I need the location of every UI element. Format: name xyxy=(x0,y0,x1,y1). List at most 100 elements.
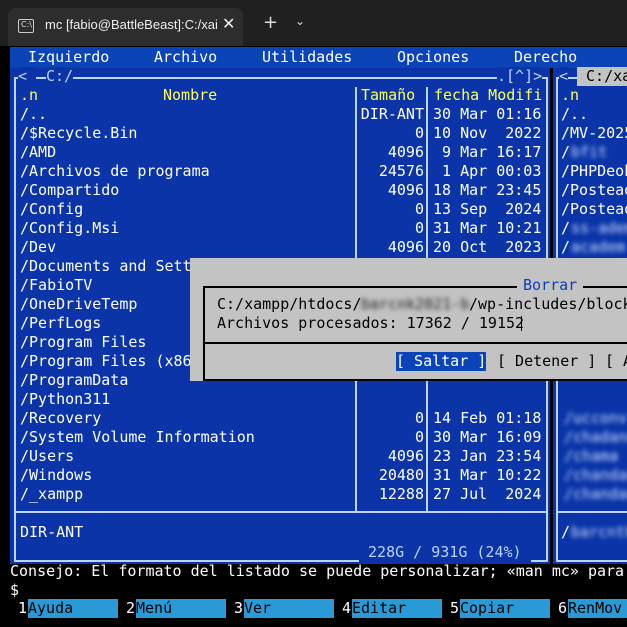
menu-utilidades[interactable]: Utilidades xyxy=(262,48,352,67)
file-row-size: 0 xyxy=(414,409,424,427)
file-row-date: 1 Apr 00:03 xyxy=(433,162,542,180)
sort-indicator[interactable]: .n xyxy=(561,86,579,105)
file-row-size: 4096 xyxy=(387,181,424,199)
file-row-name[interactable]: /MV-2025 xyxy=(561,124,627,143)
column-header-size[interactable]: Tamaño xyxy=(361,86,415,105)
file-row-name[interactable]: /FabioTV xyxy=(20,276,92,295)
file-row-name[interactable]: /.. xyxy=(561,105,588,124)
new-tab-icon[interactable]: + xyxy=(263,12,278,33)
redacted-text: /chama xyxy=(564,447,619,465)
hint-line: Consejo: El formato del listado se puede… xyxy=(10,562,625,580)
left-panel-path: C:/ xyxy=(46,67,74,86)
terminal-tab[interactable]: C:\ mc [fabio@BattleBeast]:C:/xai ✕ xyxy=(8,8,243,46)
menu-izquierdo[interactable]: Izquierdo xyxy=(28,48,109,67)
fkey-menu[interactable]: 2 Menú xyxy=(126,599,226,618)
file-row-name[interactable]: /Postead xyxy=(561,200,627,219)
file-row-size: DIR-ANT xyxy=(360,105,424,123)
status-line: DIR-ANT xyxy=(20,523,84,541)
file-row-name[interactable]: / xyxy=(561,238,570,257)
command-prompt[interactable]: $ xyxy=(10,581,19,600)
redacted-text: /chandan xyxy=(564,466,627,484)
file-row-name[interactable]: /_xampp xyxy=(20,485,83,504)
column-header-date[interactable]: fecha Modifi xyxy=(434,86,542,105)
file-row-name[interactable]: /Program Files (x86 xyxy=(20,352,192,371)
status-line: / xyxy=(561,523,571,541)
progress-label: Archivos procesados: 17362 / 19152 xyxy=(217,314,525,332)
file-row-date: 30 Mar 16:09 xyxy=(433,428,542,446)
file-row-name[interactable]: /Program Files xyxy=(20,333,146,352)
fkey-view[interactable]: 3 Ver xyxy=(234,599,334,618)
skip-button[interactable]: [ Saltar ] xyxy=(396,352,487,371)
file-row-name[interactable]: /$Recycle.Bin xyxy=(20,124,137,143)
redacted-text: academ xyxy=(571,238,626,256)
sort-indicator[interactable]: .n xyxy=(20,86,38,105)
dialog-path-prefix: C:/xampp/htdocs/ xyxy=(217,295,362,313)
file-row-date: 30 Mar 01:16 xyxy=(433,105,542,123)
file-row-name[interactable]: /Archivos de programa xyxy=(20,162,210,181)
dialog-path-suffix: /wp-includes/block xyxy=(469,295,627,313)
file-row-name[interactable]: /Recovery xyxy=(20,409,101,428)
file-row-name[interactable]: /Postead xyxy=(561,181,627,200)
fkey-edit[interactable]: 4 Editar xyxy=(342,599,442,618)
menu-derecho[interactable]: Derecho xyxy=(514,48,577,67)
file-row-name[interactable]: /AMD xyxy=(20,143,56,162)
file-row-name[interactable]: /Compartido xyxy=(20,181,119,200)
file-row-name[interactable]: /OneDriveTemp xyxy=(20,295,137,314)
file-row-date: 31 Mar 10:22 xyxy=(433,466,542,484)
menu-opciones[interactable]: Opciones xyxy=(397,48,469,67)
file-row-size: 0 xyxy=(414,428,424,446)
file-row-name[interactable]: /Python311 xyxy=(20,390,110,409)
file-row-name[interactable]: /Users xyxy=(20,447,74,466)
file-row-date: 31 Mar 10:21 xyxy=(433,219,542,237)
dialog-title: Borrar xyxy=(517,276,584,295)
file-row-size: 20480 xyxy=(378,466,424,484)
file-row-name[interactable]: /PerfLogs xyxy=(20,314,101,333)
file-row-name[interactable]: /Windows xyxy=(20,466,92,485)
menu-archivo[interactable]: Archivo xyxy=(154,48,217,67)
chevron-down-icon[interactable]: ⌄ xyxy=(295,14,305,28)
redacted-text: barcnk2021-b xyxy=(361,295,470,313)
redacted-text: barcntk xyxy=(571,523,627,541)
terminal-icon: C:\ xyxy=(18,19,34,33)
disk-usage: 228G / 931G (24%) xyxy=(359,543,531,562)
redacted-text: /ucconv xyxy=(564,409,627,427)
file-row-date: 20 Oct 2023 xyxy=(433,238,542,256)
file-row-name[interactable]: / xyxy=(561,219,570,238)
panel-divider xyxy=(14,511,548,513)
column-header-name[interactable]: Nombre xyxy=(163,86,217,105)
file-row-date: 18 Mar 23:45 xyxy=(433,181,542,199)
file-row-name[interactable]: /Dev xyxy=(20,238,56,257)
file-row-name[interactable]: /ProgramData xyxy=(20,371,128,390)
file-row-size: 0 xyxy=(414,124,424,142)
file-row-name[interactable]: / xyxy=(561,143,570,162)
panel-divider xyxy=(556,511,627,513)
file-row-size: 12288 xyxy=(378,485,424,503)
fkey-copy[interactable]: 5 Copiar xyxy=(450,599,550,618)
file-row-size: 4096 xyxy=(387,238,424,256)
file-row-name[interactable]: /Config xyxy=(20,200,83,219)
right-panel-path: C:/xa xyxy=(577,67,627,86)
redacted-text: /chadangm xyxy=(564,428,627,446)
stop-button[interactable]: [ Detener ] xyxy=(497,352,596,371)
file-row-size: 24576 xyxy=(378,162,424,180)
text-cursor xyxy=(521,316,522,331)
fkey-rename-move[interactable]: 6 RenMov xyxy=(558,599,627,618)
tab-title: mc [fabio@BattleBeast]:C:/xai xyxy=(45,17,218,32)
dialog-divider xyxy=(203,342,627,344)
panel-controls[interactable]: .[^]> xyxy=(497,67,543,86)
redacted-text: bfit xyxy=(571,143,608,161)
abort-button[interactable]: [ A xyxy=(605,352,627,371)
menu-bar: Izquierdo Archivo Utilidades Opciones De… xyxy=(10,47,627,68)
close-icon[interactable]: ✕ xyxy=(222,14,235,33)
file-row-name[interactable]: /Config.Msi xyxy=(20,219,119,238)
file-row-size: 0 xyxy=(414,200,424,218)
file-row-name[interactable]: /Documents and Sett xyxy=(20,257,192,276)
fkey-help[interactable]: 1 Ayuda xyxy=(18,599,118,618)
file-row-date: 9 Mar 16:17 xyxy=(433,143,542,161)
file-row-date: 23 Jan 23:54 xyxy=(433,447,542,465)
redacted-text: ss-adem xyxy=(571,219,627,237)
file-row-size: 4096 xyxy=(387,447,424,465)
file-row-name[interactable]: /System Volume Information xyxy=(20,428,255,447)
file-row-name[interactable]: /PHPDeob xyxy=(561,162,627,181)
file-row-name[interactable]: /.. xyxy=(20,105,47,124)
